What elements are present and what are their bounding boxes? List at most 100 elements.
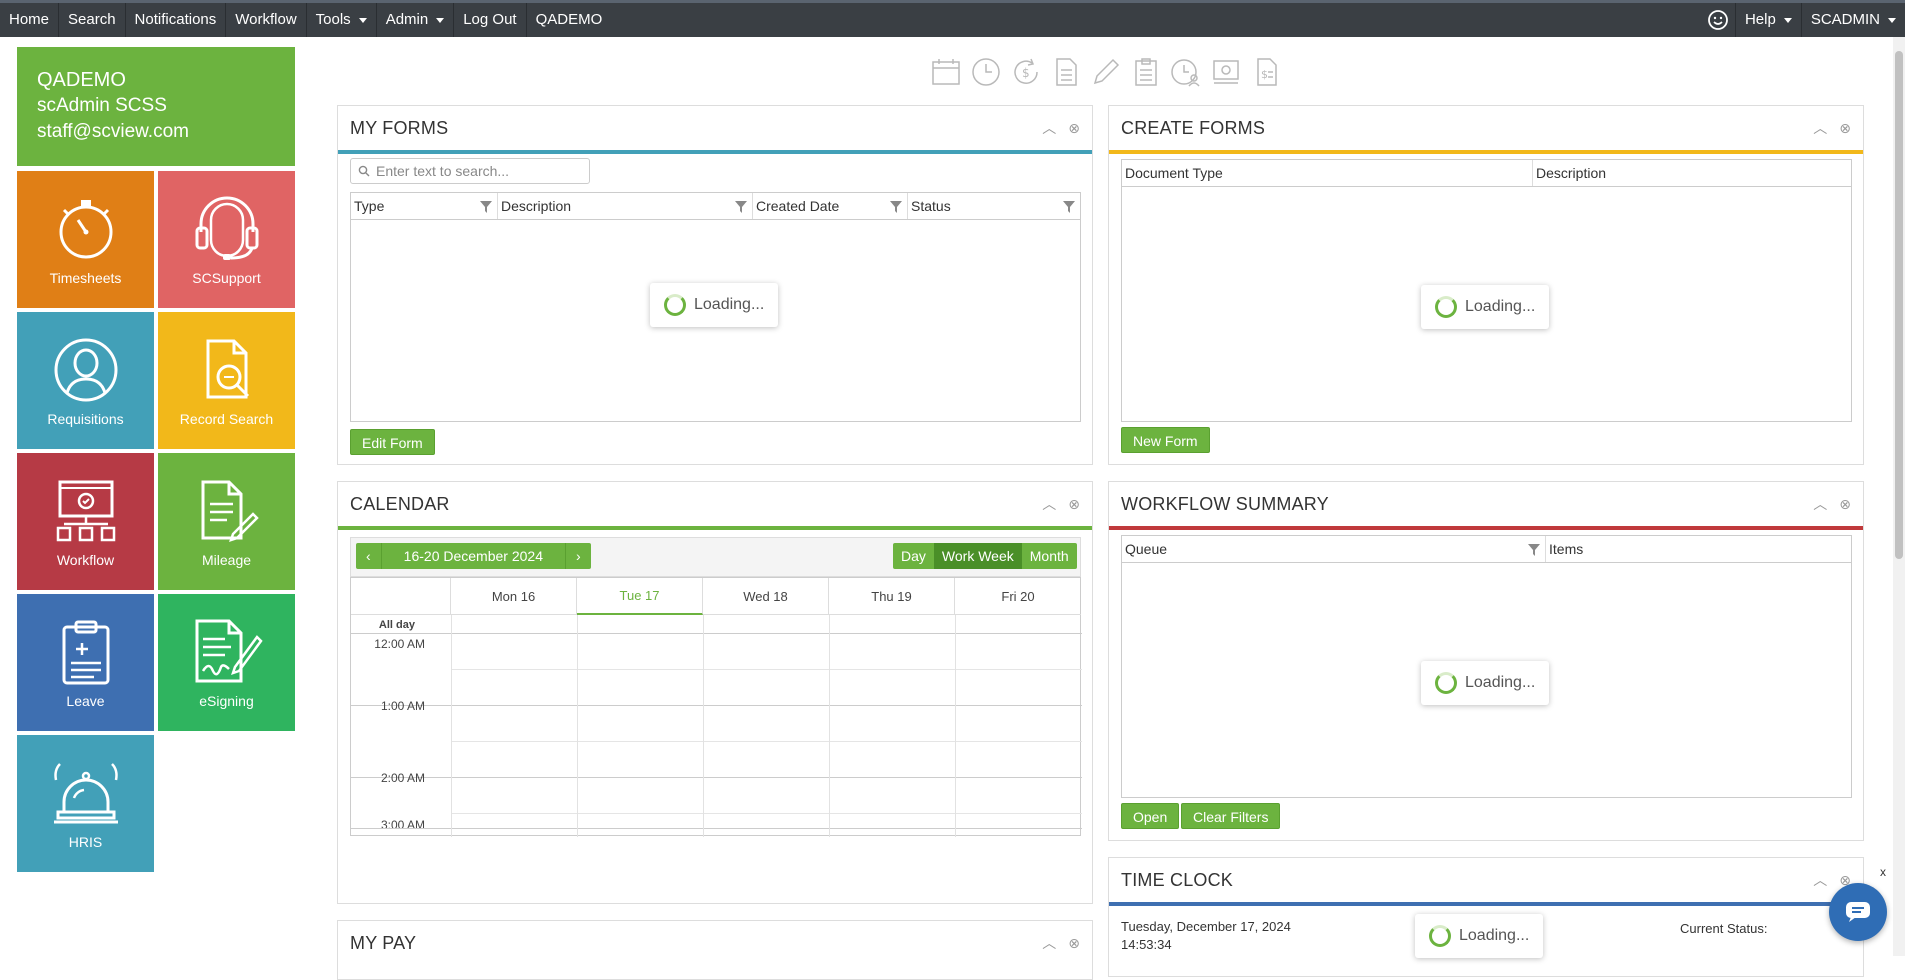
day-header-fri[interactable]: Fri 20: [955, 578, 1081, 615]
close-icon[interactable]: ⊗: [1839, 120, 1851, 137]
collapse-icon[interactable]: ︿: [1042, 933, 1056, 953]
chat-close-icon[interactable]: x: [1880, 865, 1886, 879]
day-header-wed[interactable]: Wed 18: [703, 578, 829, 615]
view-day-button[interactable]: Day: [893, 543, 934, 569]
document-toolbar-icon[interactable]: [1050, 56, 1082, 88]
filter-icon[interactable]: [889, 200, 903, 214]
collapse-icon[interactable]: ︿: [1813, 118, 1827, 138]
tile-workflow[interactable]: Workflow: [17, 453, 154, 590]
close-icon[interactable]: ⊗: [1068, 120, 1080, 137]
page-scrollbar[interactable]: [1893, 37, 1905, 956]
next-arrow-icon[interactable]: ›: [564, 543, 591, 569]
tile-requisitions[interactable]: Requisitions: [17, 312, 154, 449]
payroll-toolbar-icon[interactable]: [1210, 56, 1242, 88]
clock-toolbar-icon[interactable]: [970, 56, 1002, 88]
nav-admin-menu[interactable]: Admin: [377, 3, 455, 37]
divider: [703, 615, 704, 837]
column-label: Created Date: [756, 198, 840, 214]
nav-home[interactable]: Home: [0, 3, 60, 37]
my-forms-grid-body: Loading...: [350, 220, 1081, 422]
column-description[interactable]: Description: [498, 193, 753, 219]
filter-icon[interactable]: [1062, 200, 1076, 214]
calendar-nav: ‹ 16-20 December 2024 ›: [356, 543, 591, 569]
document-search-icon: [206, 339, 249, 399]
column-created-date[interactable]: Created Date: [753, 193, 908, 219]
tile-leave[interactable]: Leave: [17, 594, 154, 731]
column-items[interactable]: Items: [1546, 536, 1851, 562]
panel-accent: [1109, 902, 1863, 906]
nav-logout[interactable]: Log Out: [454, 3, 527, 37]
clipboard-toolbar-icon[interactable]: [1130, 56, 1162, 88]
column-type[interactable]: Type: [351, 193, 498, 219]
calendar-range[interactable]: 16-20 December 2024: [382, 543, 565, 569]
view-month-button[interactable]: Month: [1022, 543, 1077, 569]
day-header-mon[interactable]: Mon 16: [451, 578, 577, 615]
tile-timesheets[interactable]: Timesheets: [17, 171, 154, 308]
collapse-icon[interactable]: ︿: [1042, 118, 1056, 138]
nav-notifications[interactable]: Notifications: [126, 3, 227, 37]
column-label: Description: [1536, 165, 1607, 181]
column-queue[interactable]: Queue: [1122, 536, 1546, 562]
tile-hris[interactable]: HRIS: [17, 735, 154, 872]
person-icon: [54, 338, 117, 402]
column-status[interactable]: Status: [908, 193, 1080, 219]
nav-user-menu[interactable]: SCADMIN: [1800, 3, 1905, 37]
loading-text: Loading...: [1465, 298, 1536, 315]
smiley-feedback-icon[interactable]: [1701, 3, 1735, 37]
divider: [829, 615, 830, 837]
loading-indicator: Loading...: [1421, 285, 1550, 329]
open-button[interactable]: Open: [1121, 803, 1180, 829]
nav-workflow[interactable]: Workflow: [226, 3, 307, 37]
collapse-icon[interactable]: ︿: [1042, 494, 1056, 514]
all-day-label: All day: [378, 619, 415, 631]
my-forms-search-input[interactable]: Enter text to search...: [350, 158, 590, 184]
create-forms-panel: CREATE FORMS ︿ ⊗ Document Type Descripti…: [1108, 105, 1864, 465]
close-icon[interactable]: ⊗: [1068, 496, 1080, 513]
nav-search[interactable]: Search: [59, 3, 126, 37]
user-name: scAdmin SCSS: [37, 95, 167, 116]
collapse-icon[interactable]: ︿: [1813, 494, 1827, 514]
collapse-icon[interactable]: ︿: [1813, 870, 1827, 890]
my-forms-grid-header: Type Description Created Date Status: [350, 192, 1081, 220]
divider: [577, 615, 578, 837]
refund-toolbar-icon[interactable]: $: [1010, 56, 1042, 88]
time-label: 1:00 AM: [380, 699, 425, 713]
pencil-toolbar-icon[interactable]: [1090, 56, 1122, 88]
tile-esigning[interactable]: eSigning: [158, 594, 295, 731]
close-icon[interactable]: ⊗: [1068, 935, 1080, 952]
column-document-type[interactable]: Document Type: [1122, 160, 1533, 186]
scrollbar-thumb[interactable]: [1895, 51, 1903, 559]
filter-icon[interactable]: [479, 200, 493, 214]
invoice-toolbar-icon[interactable]: $: [1250, 56, 1282, 88]
clear-filters-button[interactable]: Clear Filters: [1181, 803, 1281, 829]
close-icon[interactable]: ⊗: [1839, 496, 1851, 513]
day-header-thu[interactable]: Thu 19: [829, 578, 955, 615]
tile-label: Requisitions: [47, 411, 124, 427]
prev-arrow-icon[interactable]: ‹: [356, 543, 382, 569]
divider: [451, 741, 1082, 742]
tile-record-search[interactable]: Record Search: [158, 312, 295, 449]
spinner-icon: [1435, 296, 1457, 318]
time-user-toolbar-icon[interactable]: [1170, 56, 1202, 88]
divider: [451, 669, 1082, 670]
day-header-tue[interactable]: Tue 17: [577, 578, 703, 615]
tile-mileage[interactable]: Mileage: [158, 453, 295, 590]
my-pay-panel: MY PAY ︿ ⊗: [337, 920, 1093, 980]
view-work-week-button[interactable]: Work Week: [933, 543, 1022, 569]
new-form-button[interactable]: New Form: [1121, 427, 1210, 453]
spinner-icon: [664, 294, 686, 316]
nav-tools-menu[interactable]: Tools: [307, 3, 377, 37]
tile-scsupport[interactable]: SCSupport: [158, 171, 295, 308]
panel-title: CALENDAR: [350, 493, 450, 514]
column-description[interactable]: Description: [1533, 160, 1851, 186]
divider: [351, 777, 1082, 778]
filter-icon[interactable]: [734, 200, 748, 214]
tile-label: SCSupport: [192, 270, 261, 286]
edit-form-button[interactable]: Edit Form: [350, 429, 435, 455]
calendar-toolbar-icon[interactable]: [930, 56, 962, 88]
filter-icon[interactable]: [1527, 543, 1541, 557]
nav-help-menu[interactable]: Help: [1734, 3, 1801, 37]
nav-tenant: QADEMO: [535, 11, 603, 28]
chat-widget-button[interactable]: [1829, 883, 1887, 941]
time-label: 12:00 AM: [374, 637, 425, 651]
